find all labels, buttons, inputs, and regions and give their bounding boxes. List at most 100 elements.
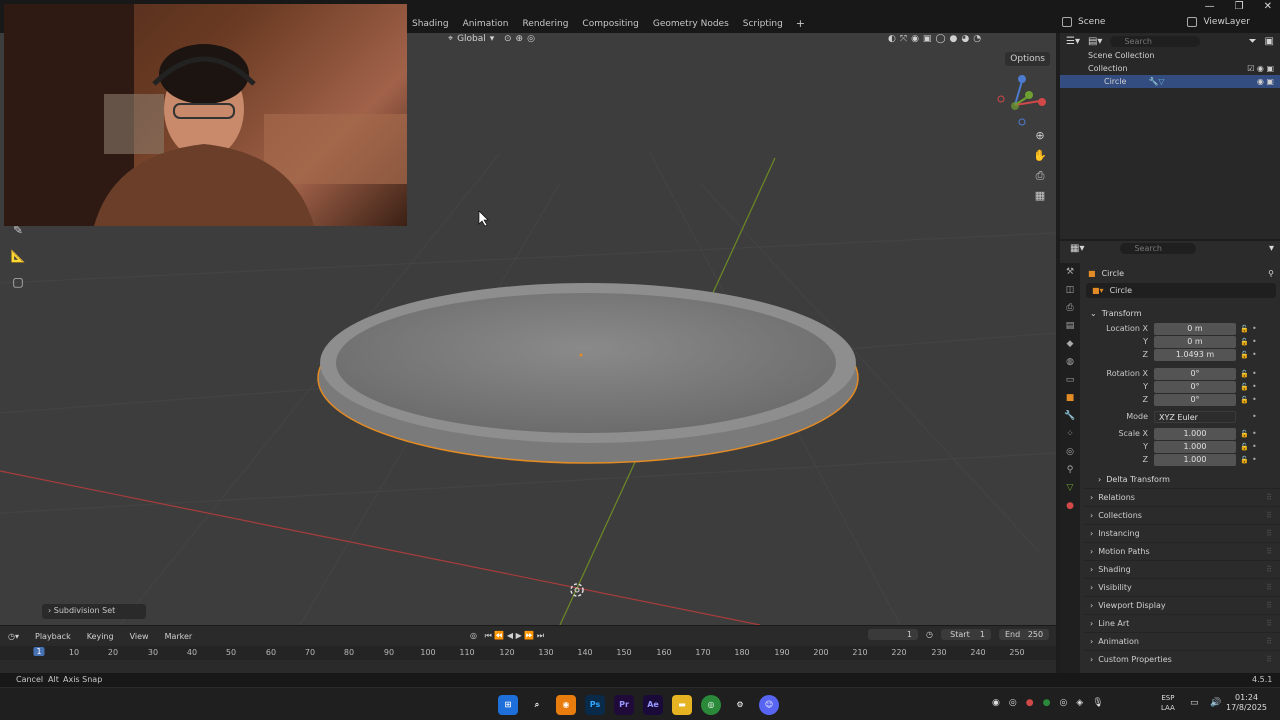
scale-y-field[interactable]: 1.000 bbox=[1154, 440, 1236, 453]
keyframe-dot-icon[interactable]: • bbox=[1252, 382, 1260, 391]
drag-grip-icon[interactable]: ⠿ bbox=[1266, 637, 1272, 646]
grid-view-icon[interactable]: ▦ bbox=[1032, 189, 1048, 203]
start-frame-field[interactable]: Start 1 bbox=[940, 629, 991, 640]
lock-icon[interactable]: 🔓 bbox=[1240, 383, 1252, 391]
outliner-search-input[interactable]: Search bbox=[1110, 35, 1201, 47]
new-collection-icon[interactable]: ▣ bbox=[1265, 36, 1274, 47]
tray-app-icon[interactable]: ● bbox=[1026, 698, 1034, 708]
menu-playback[interactable]: Playback bbox=[27, 632, 79, 641]
section-animation[interactable]: › Animation ⠿ bbox=[1084, 632, 1280, 650]
scale-x-field[interactable]: 1.000 bbox=[1154, 427, 1236, 440]
add-workspace-button[interactable]: + bbox=[790, 17, 811, 31]
drag-grip-icon[interactable]: ⠿ bbox=[1266, 565, 1272, 574]
zoom-icon[interactable]: ⊕ bbox=[1032, 129, 1048, 143]
location-y-field[interactable]: 0 m bbox=[1154, 335, 1236, 348]
scene-name[interactable]: Scene bbox=[1078, 17, 1105, 27]
section-instancing[interactable]: › Instancing ⠿ bbox=[1084, 524, 1280, 542]
section-visibility[interactable]: › Visibility ⠿ bbox=[1084, 578, 1280, 596]
windows-start-icon[interactable]: ⊞ bbox=[498, 695, 518, 715]
rotation-x-field[interactable]: 0° bbox=[1154, 367, 1236, 380]
next-keyframe-icon[interactable]: ⏩ bbox=[524, 631, 534, 640]
tab-geometry-nodes[interactable]: Geometry Nodes bbox=[646, 17, 736, 31]
drag-grip-icon[interactable]: ⠿ bbox=[1266, 619, 1272, 628]
play-icon[interactable]: ▶ bbox=[516, 631, 522, 640]
viewport-shading-tools[interactable]: ◐ ⤧ ◉ ▣ ◯ ● ◕ ◔ bbox=[888, 34, 981, 44]
maximize-button[interactable]: ❐ bbox=[1235, 1, 1244, 12]
section-line-art[interactable]: › Line Art ⠿ bbox=[1084, 614, 1280, 632]
pin-icon[interactable]: ⚲ bbox=[1268, 269, 1274, 278]
scene-tab-icon[interactable]: ◆ bbox=[1060, 335, 1080, 353]
rotation-z-field[interactable]: 0° bbox=[1154, 393, 1236, 406]
pivot-snap-tools[interactable]: ⊙ ⊕ ◎ bbox=[504, 34, 535, 44]
options-dropdown[interactable]: Options bbox=[1005, 52, 1050, 66]
outliner-row-collection[interactable]: Collection ☑ ◉ ▣ bbox=[1060, 62, 1280, 75]
app-icon[interactable]: ⚙ bbox=[730, 695, 750, 715]
properties-editor-icon[interactable]: ▦▾ bbox=[1070, 243, 1084, 254]
keyframe-dot-icon[interactable]: • bbox=[1252, 324, 1260, 333]
file-explorer-icon[interactable]: ▬ bbox=[672, 695, 692, 715]
tray-chrome-icon[interactable]: ◎ bbox=[1059, 698, 1067, 708]
lock-icon[interactable]: 🔓 bbox=[1240, 351, 1252, 359]
menu-marker[interactable]: Marker bbox=[157, 632, 201, 641]
tab-rendering[interactable]: Rendering bbox=[515, 17, 575, 31]
lock-icon[interactable]: 🔓 bbox=[1240, 370, 1252, 378]
chrome-icon[interactable]: ◎ bbox=[701, 695, 721, 715]
add-cube-icon[interactable]: ▢ bbox=[8, 275, 28, 293]
visibility-eye-icon[interactable]: ◉ ▣ bbox=[1257, 77, 1274, 86]
pan-hand-icon[interactable]: ✋ bbox=[1032, 149, 1048, 163]
transform-section-header[interactable]: ⌄ Transform bbox=[1084, 304, 1280, 322]
rotation-mode-dropdown[interactable]: XYZ Euler bbox=[1154, 410, 1236, 423]
lock-icon[interactable]: 🔓 bbox=[1240, 430, 1252, 438]
constraints-tab-icon[interactable]: ⚲ bbox=[1060, 461, 1080, 479]
blender-icon[interactable]: ◉ bbox=[556, 695, 576, 715]
navigation-gizmo[interactable] bbox=[997, 75, 1046, 126]
end-frame-field[interactable]: End 250 bbox=[998, 629, 1050, 640]
minimize-button[interactable]: — bbox=[1205, 1, 1215, 12]
filter-icon[interactable]: ⏷ bbox=[1249, 36, 1257, 47]
delta-transform-header[interactable]: › Delta Transform bbox=[1084, 470, 1280, 488]
jump-end-icon[interactable]: ⏭ bbox=[537, 631, 544, 640]
photoshop-icon[interactable]: Ps bbox=[585, 695, 605, 715]
drag-grip-icon[interactable]: ⠿ bbox=[1266, 511, 1272, 520]
drag-grip-icon[interactable]: ⠿ bbox=[1266, 493, 1272, 502]
physics-tab-icon[interactable]: ◎ bbox=[1060, 443, 1080, 461]
search-icon[interactable]: ⌕ bbox=[527, 695, 547, 715]
scale-z-field[interactable]: 1.000 bbox=[1154, 453, 1236, 466]
tray-app-icon[interactable]: ● bbox=[1043, 698, 1051, 708]
menu-view[interactable]: View bbox=[122, 632, 157, 641]
section-relations[interactable]: › Relations ⠿ bbox=[1084, 488, 1280, 506]
outliner-editor-icon[interactable]: ☰▾ bbox=[1066, 36, 1080, 47]
tray-app-icon[interactable]: ◉ bbox=[992, 698, 1000, 708]
keyframe-dot-icon[interactable]: • bbox=[1252, 412, 1260, 421]
drag-grip-icon[interactable]: ⠿ bbox=[1266, 547, 1272, 556]
keyframe-dot-icon[interactable]: • bbox=[1252, 429, 1260, 438]
timeline-ruler[interactable]: 1 10 20 30 40 50 60 70 80 90 100 110 120… bbox=[0, 646, 1056, 660]
tab-animation[interactable]: Animation bbox=[456, 17, 516, 31]
last-operator-panel[interactable]: › Subdivision Set bbox=[42, 604, 146, 619]
microphone-icon[interactable]: 🎙 bbox=[1092, 698, 1103, 708]
location-z-field[interactable]: 1.0493 m bbox=[1154, 348, 1236, 361]
tool-tab-icon[interactable]: ⚒ bbox=[1060, 263, 1080, 281]
camera-view-icon[interactable]: ⎙ bbox=[1032, 169, 1048, 183]
clock[interactable]: 01:24 17/8/2025 bbox=[1226, 693, 1267, 713]
keyframe-dot-icon[interactable]: • bbox=[1252, 350, 1260, 359]
visibility-eye-icon[interactable]: ☑ ◉ ▣ bbox=[1247, 64, 1274, 73]
render-tab-icon[interactable]: ◫ bbox=[1060, 281, 1080, 299]
volume-icon[interactable]: 🔊 bbox=[1210, 698, 1221, 708]
world-tab-icon[interactable]: ◍ bbox=[1060, 353, 1080, 371]
circle-plate-object[interactable] bbox=[317, 283, 859, 464]
timeline-editor-type-icon[interactable]: ◷▾ bbox=[0, 632, 27, 641]
current-frame-field[interactable]: 1 bbox=[868, 629, 918, 640]
drag-grip-icon[interactable]: ⠿ bbox=[1266, 601, 1272, 610]
section-custom-properties[interactable]: › Custom Properties ⠿ bbox=[1084, 650, 1280, 668]
lock-icon[interactable]: 🔓 bbox=[1240, 338, 1252, 346]
outliner-row-circle[interactable]: Circle 🔧▽ ◉ ▣ bbox=[1060, 75, 1280, 88]
lock-icon[interactable]: 🔓 bbox=[1240, 325, 1252, 333]
material-tab-icon[interactable]: ● bbox=[1060, 497, 1080, 515]
display-mode-icon[interactable]: ▤▾ bbox=[1088, 36, 1102, 47]
discord-icon[interactable]: ☺ bbox=[759, 695, 779, 715]
section-motion-paths[interactable]: › Motion Paths ⠿ bbox=[1084, 542, 1280, 560]
location-x-field[interactable]: 0 m bbox=[1154, 322, 1236, 335]
section-collections[interactable]: › Collections ⠿ bbox=[1084, 506, 1280, 524]
object-tab-icon[interactable]: ■ bbox=[1060, 389, 1080, 407]
